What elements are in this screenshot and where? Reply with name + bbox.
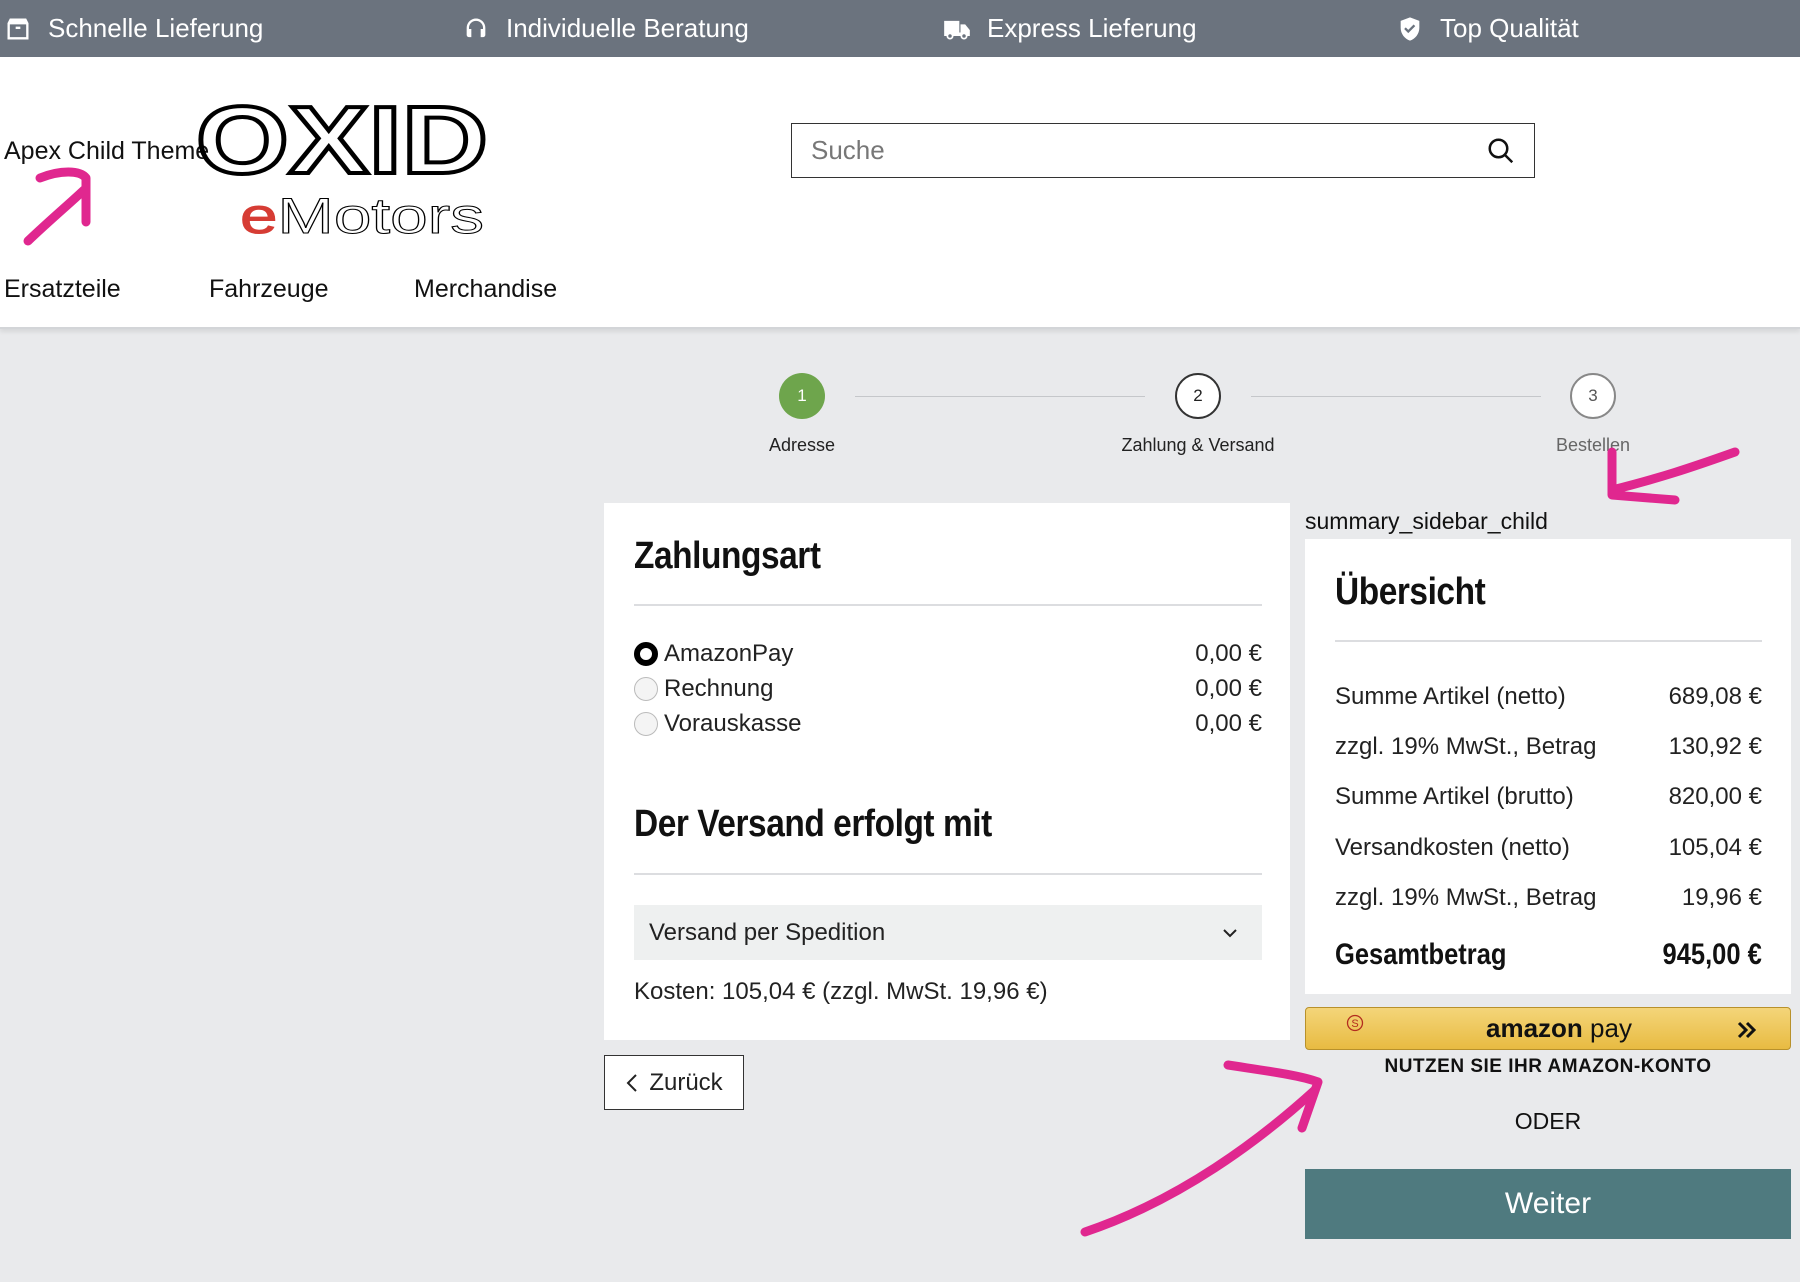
payment-title: Zahlungsart [634,535,821,577]
payment-option-price: 0,00 € [1195,675,1262,702]
summary-row-label: zzgl. 19% MwSt., Betrag [1335,884,1597,911]
amazon-pay-subtitle: NUTZEN SIE IHR AMAZON-KONTO [1384,1056,1712,1077]
divider [634,604,1262,606]
divider [1335,640,1762,642]
radio-rechnung[interactable] [634,677,658,701]
summary-total: Gesamtbetrag 945,00 € [1335,938,1762,972]
step-2-label: Zahlung & Versand [1121,435,1275,455]
payment-option-label: AmazonPay [664,640,794,667]
summary-row: Versandkosten (netto) 105,04 € [1335,834,1762,862]
step-3-circle: 3 [1570,373,1616,419]
nav-item-ersatzteile[interactable]: Ersatzteile [4,275,121,304]
usp-item-express: Express Lieferung [943,0,1197,57]
usp-label: Schnelle Lieferung [48,13,264,43]
shield-check-icon [1400,16,1420,41]
usp-bar: Schnelle Lieferung Individuelle Beratung… [0,0,1800,57]
headset-icon [466,18,486,37]
logo[interactable]: OXID e Motors [194,83,494,243]
shipping-select[interactable]: Versand per Spedition [634,905,1262,960]
annotation-arrow-step [1607,447,1740,495]
shipping-select-value: Versand per Spedition [649,918,886,946]
step-1-circle[interactable]: 1 [779,373,825,419]
step-2-circle: 2 [1175,373,1221,419]
nav-item-merchandise[interactable]: Merchandise [414,275,557,304]
usp-label: Individuelle Beratung [506,13,749,43]
amazon-pay-wordmark: amazon pay [1486,1013,1632,1043]
shipping-title: Der Versand erfolgt mit [634,803,992,845]
search-icon[interactable] [1486,136,1516,166]
summary-row-label: Summe Artikel (brutto) [1335,783,1574,810]
summary-row: zzgl. 19% MwSt., Betrag 19,96 € [1335,884,1762,912]
logo-e: e [240,188,278,243]
step-3-label: Bestellen [1555,435,1631,455]
payment-option-label: Vorauskasse [664,710,802,737]
summary-total-label: Gesamtbetrag [1335,938,1507,971]
summary-row-value: 105,04 € [1668,834,1762,861]
chevron-down-icon [1223,929,1237,938]
divider [634,873,1262,875]
summary-row-value: 820,00 € [1668,783,1762,810]
summary-row: zzgl. 19% MwSt., Betrag 130,92 € [1335,733,1762,761]
amazon-pay-button[interactable]: S amazon pay [1305,1007,1791,1050]
truck-icon [944,20,970,39]
summary-row-label: Versandkosten (netto) [1335,834,1570,861]
svg-text:S: S [1351,1018,1358,1030]
double-chevron-right-icon [1737,1021,1757,1039]
usp-item-consulting: Individuelle Beratung [462,0,749,57]
logo-text-top: OXID [196,87,488,194]
step-connector [1251,396,1541,397]
summary-sidebar-label: summary_sidebar_child [1305,508,1548,534]
payment-option-amazonpay[interactable]: AmazonPay 0,00 € [634,637,1262,671]
back-button[interactable]: Zurück [604,1055,744,1110]
search-box [791,123,1535,178]
summary-row: Summe Artikel (netto) 689,08 € [1335,683,1762,711]
summary-row-label: zzgl. 19% MwSt., Betrag [1335,733,1597,760]
or-separator: ODER [1514,1108,1582,1134]
step-connector [855,396,1145,397]
package-icon [7,18,29,39]
chevron-left-icon [626,1073,638,1092]
back-button-label: Zurück [649,1068,723,1096]
payment-option-price: 0,00 € [1195,710,1262,737]
site-header: Apex Child Theme OXID eMotors Ersatzteil… [0,57,1800,329]
radio-vorauskasse[interactable] [634,712,658,736]
summary-row-value: 19,96 € [1681,884,1762,911]
step-1-label[interactable]: Adresse [769,435,835,456]
radio-amazonpay[interactable] [634,642,658,666]
summary-total-value: 945,00 € [1662,938,1762,971]
payment-option-price: 0,00 € [1195,640,1262,667]
usp-item-quality: Top Qualität [1396,0,1579,57]
usp-label: Express Lieferung [987,13,1197,43]
payment-option-rechnung[interactable]: Rechnung 0,00 € [634,672,1262,706]
payment-option-vorauskasse[interactable]: Vorauskasse 0,00 € [634,707,1262,741]
usp-item-fast-delivery: Schnelle Lieferung [4,0,263,57]
usp-label: Top Qualität [1440,13,1579,43]
theme-name: Apex Child Theme [4,137,210,165]
amazon-s-icon: S [1346,1014,1364,1032]
annotation-arrowhead-step [1607,447,1680,505]
summary-row-value: 689,08 € [1668,683,1762,710]
summary-row-value: 130,92 € [1668,733,1762,760]
logo-text-bottom: e Motors [240,188,484,243]
summary-row-label: Summe Artikel (netto) [1335,683,1566,710]
search-input[interactable] [792,124,1452,176]
next-button[interactable]: Weiter [1305,1169,1791,1239]
nav-item-fahrzeuge[interactable]: Fahrzeuge [209,275,329,304]
shipping-cost: Kosten: 105,04 € (zzgl. MwSt. 19,96 €) [634,978,1048,1005]
payment-option-label: Rechnung [664,675,774,702]
logo-motors: Motors [278,188,484,243]
annotation-arrow-amazon [1080,1085,1320,1237]
summary-row: Summe Artikel (brutto) 820,00 € [1335,783,1762,811]
summary-title: Übersicht [1335,571,1486,613]
